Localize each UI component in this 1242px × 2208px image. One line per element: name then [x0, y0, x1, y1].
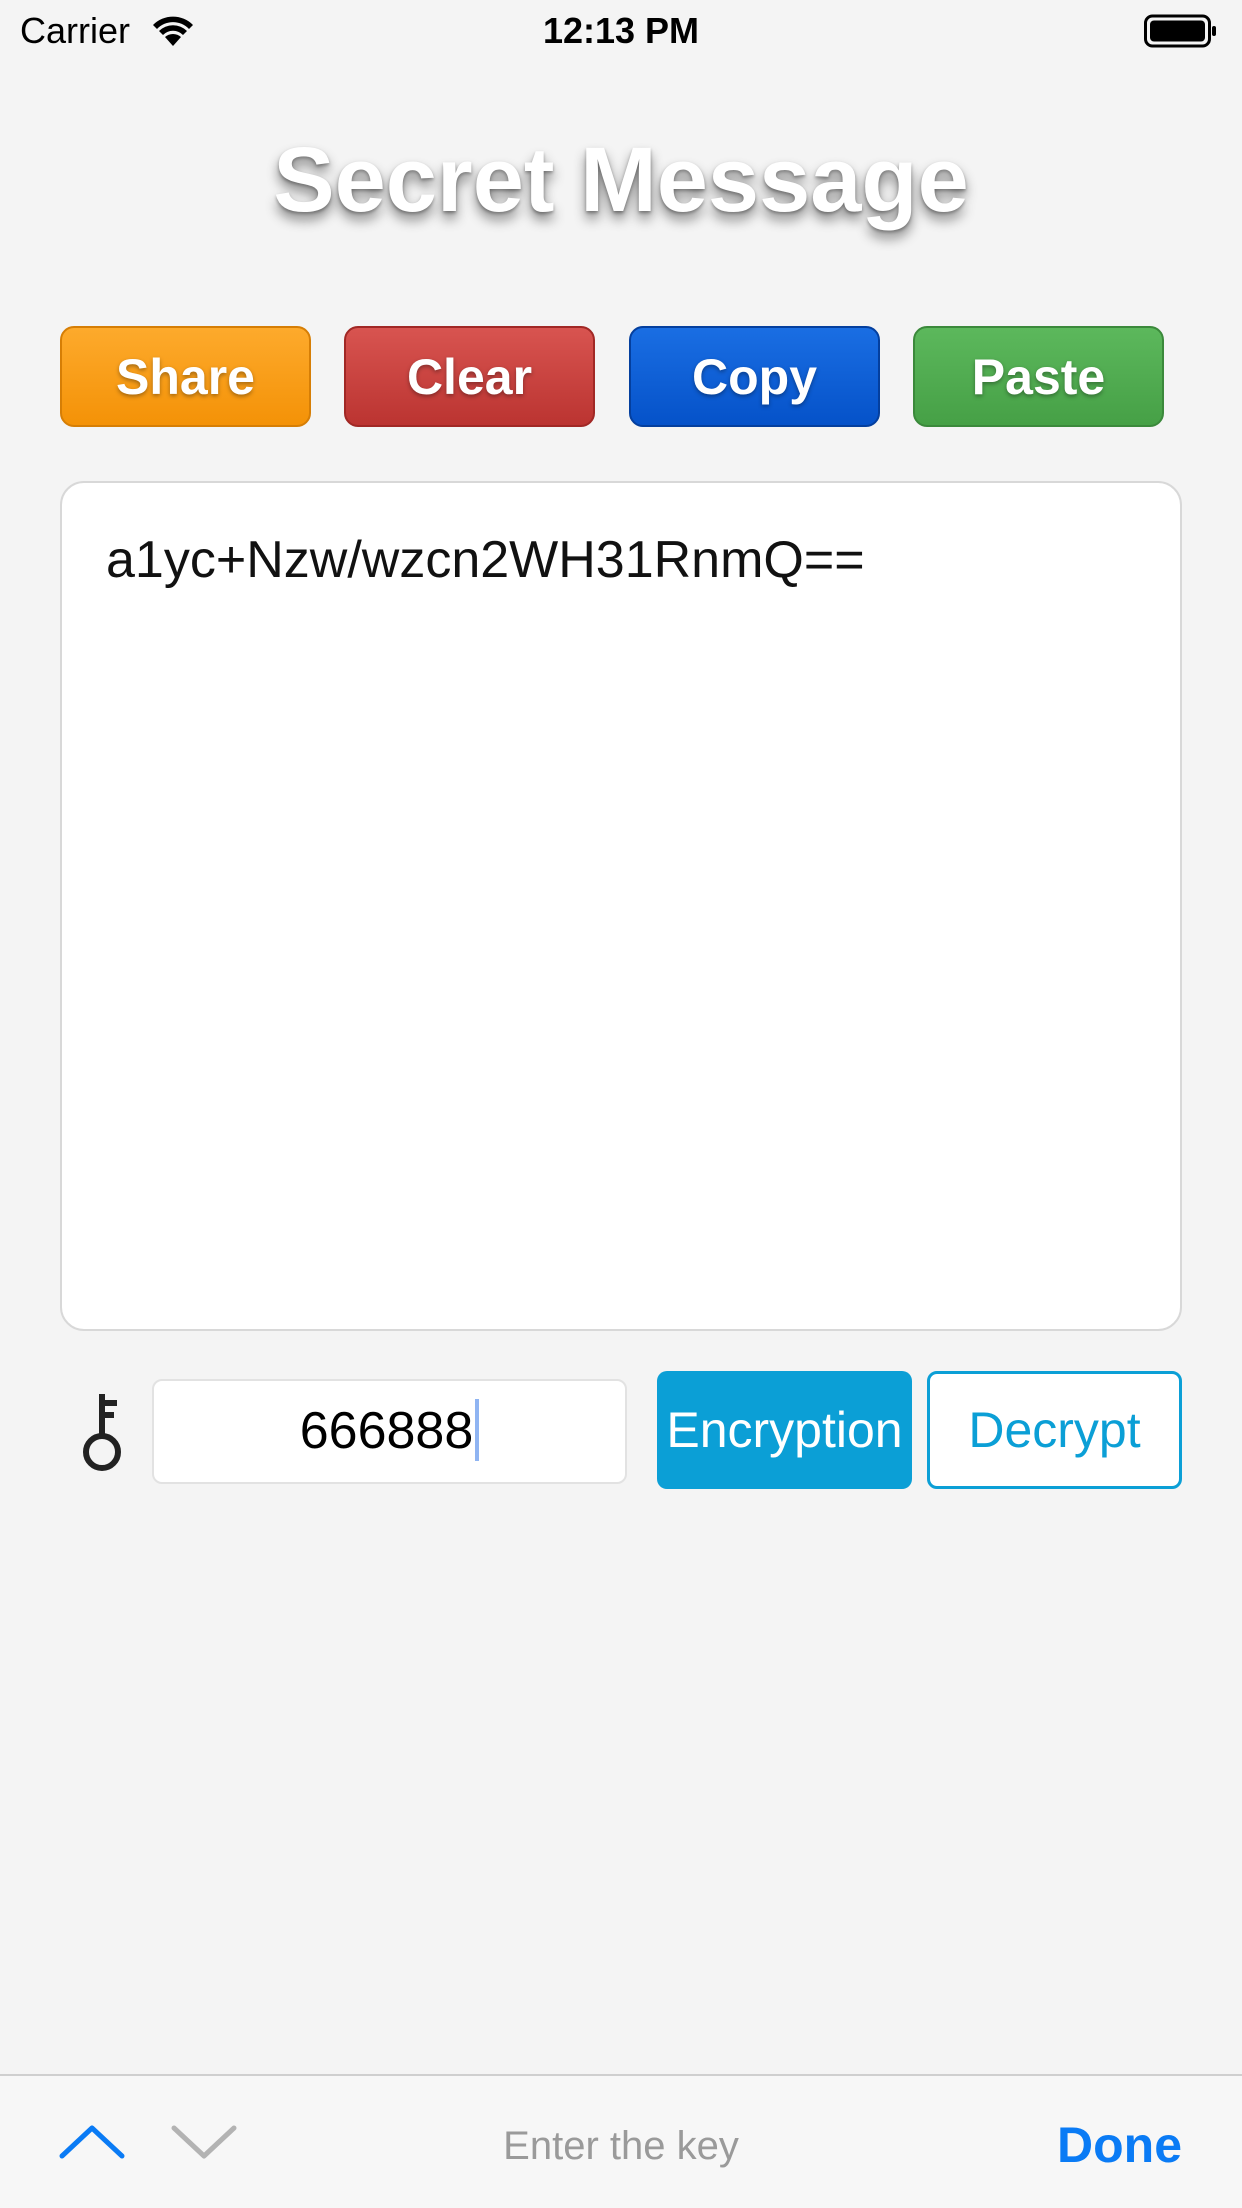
copy-button[interactable]: Copy — [629, 326, 880, 427]
clear-button[interactable]: Clear — [344, 326, 595, 427]
done-button[interactable]: Done — [1057, 2112, 1182, 2178]
keyboard-toolbar: Enter the key Done — [0, 2074, 1242, 2208]
key-icon — [83, 1394, 121, 1471]
toolbar-hint: Enter the key — [503, 2124, 739, 2168]
message-textarea[interactable]: a1yc+Nzw/wzcn2WH31RnmQ== — [60, 481, 1182, 1331]
status-time: 12:13 PM — [542, 10, 700, 51]
message-text: a1yc+Nzw/wzcn2WH31RnmQ== — [106, 531, 865, 589]
status-bar: Carrier 12:13 PM — [0, 0, 1242, 62]
key-input[interactable]: 666888 — [152, 1379, 627, 1484]
battery-icon — [1144, 14, 1216, 48]
decrypt-button[interactable]: Decrypt — [927, 1371, 1182, 1489]
share-button[interactable]: Share — [60, 326, 311, 427]
page-title: Secret Message — [273, 129, 969, 231]
encrypt-button[interactable]: Encryption — [657, 1371, 912, 1489]
text-cursor — [475, 1399, 480, 1462]
paste-button[interactable]: Paste — [913, 326, 1164, 427]
key-value: 666888 — [299, 1402, 474, 1460]
